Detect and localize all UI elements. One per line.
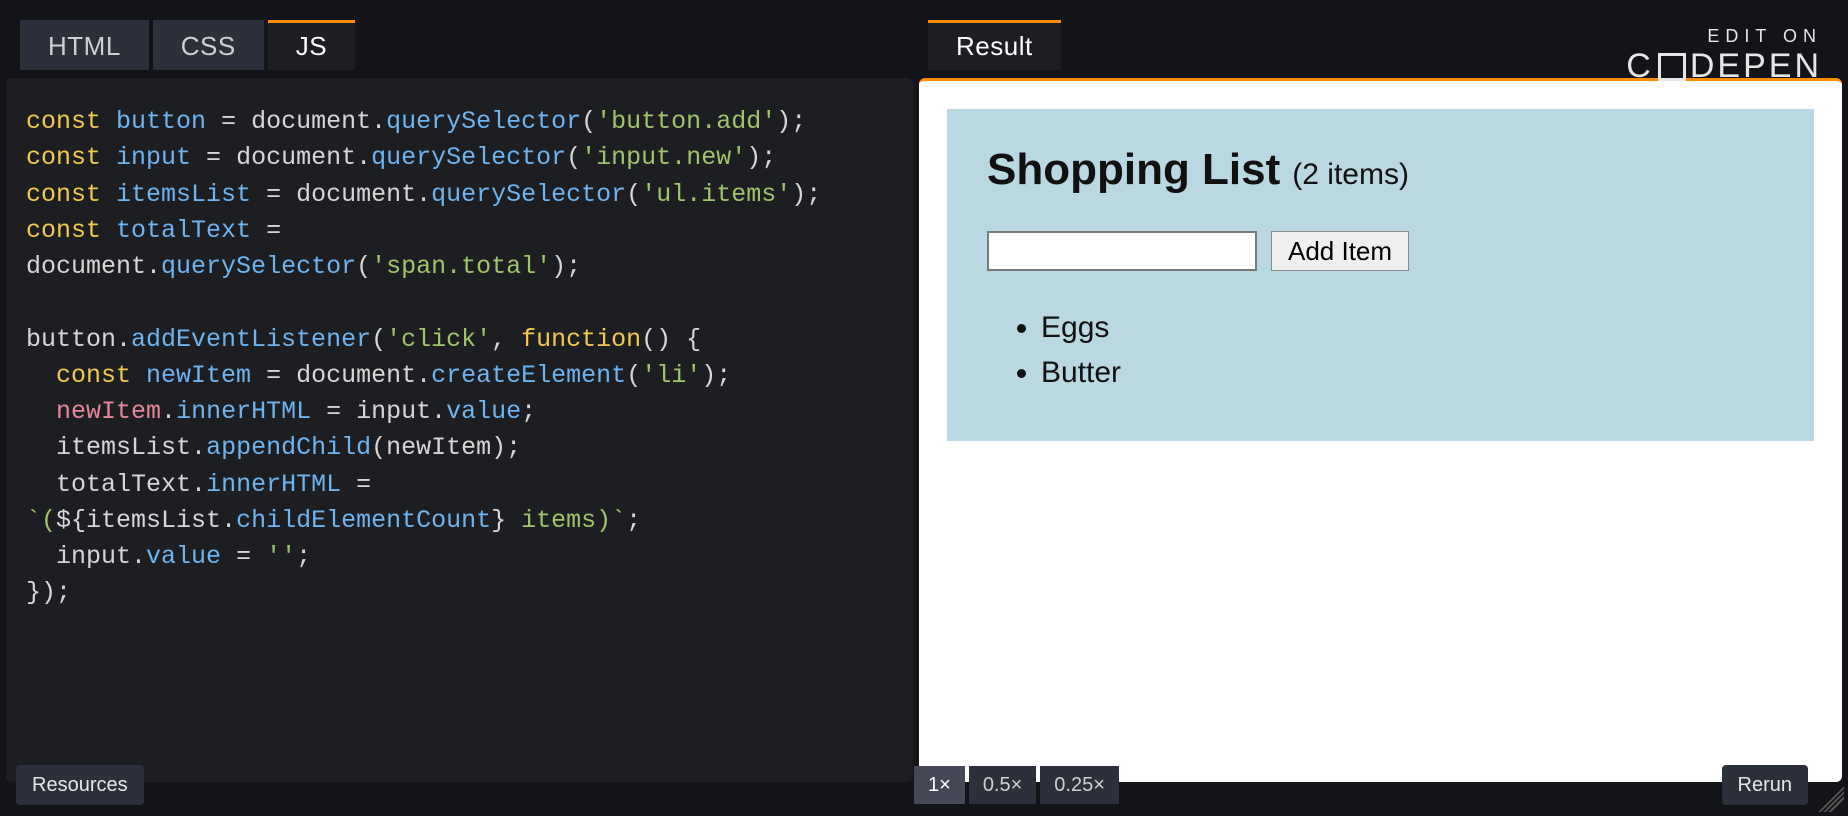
app-root: HTML CSS JS Result EDIT ON C DEPEN const… — [0, 0, 1848, 816]
tab-css[interactable]: CSS — [153, 20, 264, 70]
cube-icon — [1658, 53, 1686, 81]
brand-edit-on: EDIT ON — [1626, 26, 1822, 47]
bottom-bar: Resources 1×0.5×0.25× Rerun — [6, 760, 1842, 810]
zoom-0.25x[interactable]: 0.25× — [1040, 766, 1119, 804]
add-item-button[interactable]: Add Item — [1271, 231, 1409, 271]
resize-grip-icon[interactable] — [1818, 786, 1844, 812]
tab-result[interactable]: Result — [928, 20, 1061, 70]
new-item-input[interactable] — [987, 231, 1257, 271]
shopping-title: Shopping List (2 items) — [987, 145, 1774, 195]
shopping-controls: Add Item — [987, 231, 1774, 271]
js-editor[interactable]: const button = document.querySelector('b… — [6, 78, 913, 782]
result-tab-group: Result — [924, 6, 1061, 70]
editor-tabs: HTML CSS JS — [6, 6, 355, 78]
zoom-1x[interactable]: 1× — [914, 766, 965, 804]
tab-js[interactable]: JS — [268, 20, 355, 70]
list-item: Eggs — [1041, 305, 1774, 350]
main-split: const button = document.querySelector('b… — [6, 78, 1842, 782]
rerun-button[interactable]: Rerun — [1722, 765, 1808, 805]
brand-letter-c: C — [1626, 47, 1654, 86]
brand-logo: C DEPEN — [1626, 47, 1822, 86]
result-pane: Shopping List (2 items) Add Item EggsBut… — [919, 78, 1842, 782]
codepen-brand[interactable]: EDIT ON C DEPEN — [1626, 26, 1822, 86]
resources-button[interactable]: Resources — [16, 765, 144, 805]
title-text: Shopping List — [987, 145, 1280, 195]
tab-html[interactable]: HTML — [20, 20, 149, 70]
item-count: (2 items) — [1292, 158, 1409, 192]
zoom-controls: 1×0.5×0.25× — [914, 766, 1119, 804]
items-list: EggsButter — [1041, 305, 1774, 395]
list-item: Butter — [1041, 350, 1774, 395]
top-tab-bar: HTML CSS JS Result EDIT ON C DEPEN — [6, 6, 1842, 78]
shopping-card: Shopping List (2 items) Add Item EggsBut… — [947, 109, 1814, 441]
brand-letters: DEPEN — [1690, 47, 1822, 86]
zoom-0.5x[interactable]: 0.5× — [969, 766, 1036, 804]
